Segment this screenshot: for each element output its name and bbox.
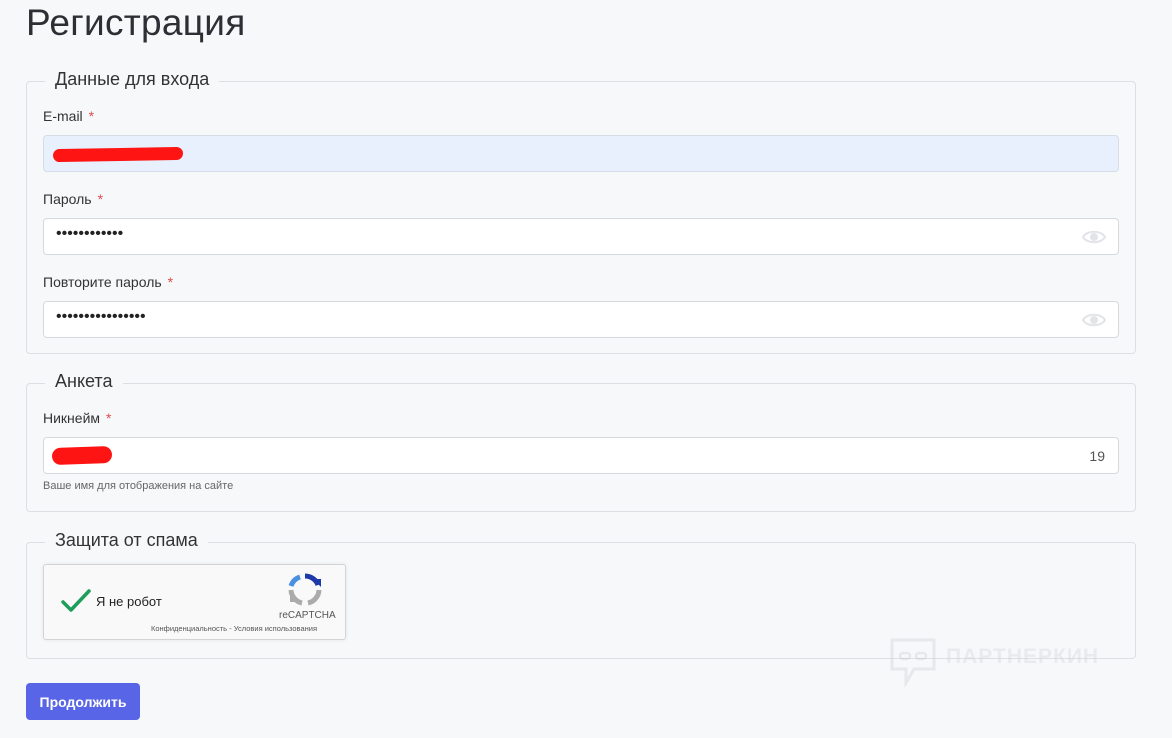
checkmark-icon[interactable] <box>60 587 92 615</box>
profile-section: Анкета Никнейм * 19 Ваше имя для отображе… <box>26 371 1136 512</box>
recaptcha-logo-icon <box>288 573 322 606</box>
profile-legend: Анкета <box>45 371 123 392</box>
redaction-mark <box>52 146 184 163</box>
redaction-mark <box>51 445 113 466</box>
password-repeat-value: •••••••••••••••• <box>56 308 146 325</box>
required-mark: * <box>88 108 95 124</box>
captcha-label: Я не робот <box>96 594 162 609</box>
continue-button[interactable]: Продолжить <box>26 683 140 720</box>
required-mark: * <box>167 274 174 290</box>
nickname-hint: Ваше имя для отображения на сайте <box>43 480 234 492</box>
nickname-field[interactable]: 19 <box>43 437 1119 474</box>
password-label: Пароль * <box>43 191 104 207</box>
password-repeat-field[interactable]: •••••••••••••••• <box>43 301 1119 338</box>
privacy-link[interactable]: Конфиденциальность <box>151 624 227 633</box>
page-title: Регистрация <box>26 2 246 43</box>
terms-link[interactable]: Условия использования <box>234 624 317 633</box>
email-label: E-mail * <box>43 108 95 124</box>
char-counter: 19 <box>1089 448 1105 464</box>
chat-logo-icon <box>890 638 936 687</box>
login-data-section: Данные для входа E-mail * Пароль * •••••••… <box>26 69 1136 354</box>
nickname-label: Никнейм * <box>43 410 112 426</box>
recaptcha-links: Конфиденциальность - Условия использован… <box>151 624 317 633</box>
eye-icon[interactable] <box>1082 228 1106 246</box>
login-data-legend: Данные для входа <box>45 69 220 90</box>
password-repeat-label: Повторите пароль * <box>43 274 174 290</box>
spam-protection-legend: Защита от спама <box>45 530 208 551</box>
email-field[interactable] <box>43 135 1119 172</box>
required-mark: * <box>97 191 104 207</box>
watermark: ПАРТНЕРКИН <box>888 637 1124 687</box>
password-value: •••••••••••• <box>56 225 124 242</box>
password-field[interactable]: •••••••••••• <box>43 218 1119 255</box>
links-separator: - <box>229 624 232 633</box>
registration-page: Регистрация Данные для входа E-mail * Пар… <box>0 0 1172 738</box>
watermark-text: ПАРТНЕРКИН <box>946 645 1100 668</box>
recaptcha-widget: Я не робот reCAPTCHA Конфиденциальность … <box>43 564 346 640</box>
recaptcha-brand: reCAPTCHA <box>279 610 336 621</box>
eye-icon[interactable] <box>1082 311 1106 329</box>
required-mark: * <box>106 410 112 426</box>
